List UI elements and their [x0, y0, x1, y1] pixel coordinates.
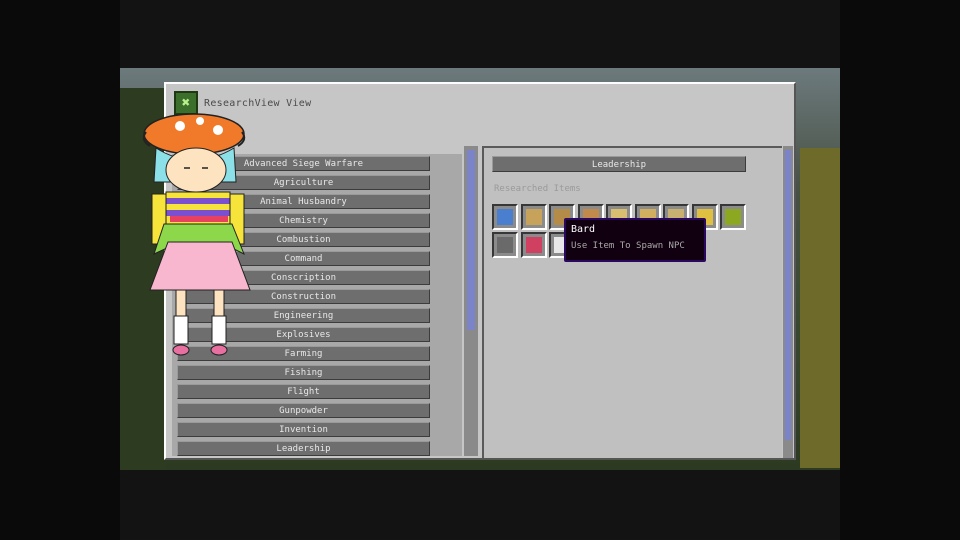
researched-items-label: Researched Items	[494, 184, 581, 194]
npc-spawner-icon	[497, 209, 513, 225]
category-scrollbar[interactable]	[464, 146, 478, 456]
letterbox-bottom	[120, 470, 840, 540]
tooltip-title: Bard	[571, 224, 596, 235]
item-slot[interactable]	[492, 232, 518, 258]
category-button[interactable]: Leadership	[177, 441, 430, 456]
letterbox-right	[840, 0, 960, 540]
letterbox-top	[120, 0, 840, 68]
item-slot[interactable]	[720, 204, 746, 230]
section-header[interactable]: Leadership	[492, 156, 746, 172]
tooltip-description: Use Item To Spawn NPC	[571, 241, 685, 251]
window-title: ResearchView View	[204, 97, 312, 109]
window-title-row: ✖ ResearchView View	[174, 91, 312, 115]
world-block	[800, 148, 840, 468]
mascot-character	[142, 113, 251, 356]
category-button[interactable]: Gunpowder	[177, 403, 430, 418]
detail-scrollbar-thumb[interactable]	[785, 150, 791, 440]
letterbox-left	[0, 0, 120, 540]
scroll-icon	[525, 209, 542, 225]
block-icon	[725, 209, 741, 225]
category-scrollbar-thumb[interactable]	[467, 150, 475, 330]
item-slot[interactable]	[520, 232, 547, 258]
category-button[interactable]: Flight	[177, 384, 430, 399]
detail-scrollbar[interactable]	[783, 146, 793, 458]
item-slot[interactable]	[520, 204, 547, 230]
category-button[interactable]: Invention	[177, 422, 430, 437]
item-tooltip: Bard Use Item To Spawn NPC	[564, 218, 706, 262]
category-button[interactable]: Fishing	[177, 365, 430, 380]
pickaxe-icon	[497, 237, 513, 253]
potion-icon	[525, 237, 542, 253]
item-slot[interactable]	[492, 204, 518, 230]
